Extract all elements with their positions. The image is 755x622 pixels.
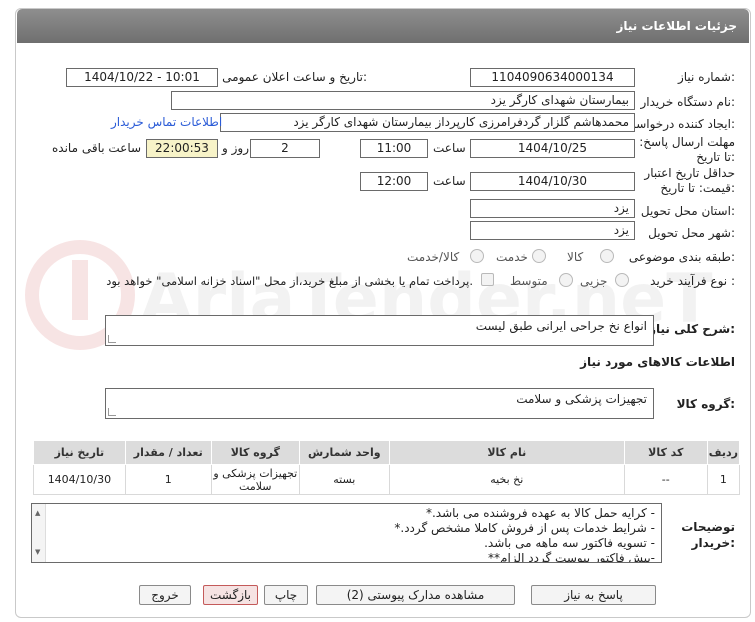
cell-group: تجهیزات پزشکی و سلامت <box>210 464 300 495</box>
deadline-label: مهلت ارسال پاسخ: تا تاریخ: <box>639 135 735 164</box>
category-option-goods: کالا <box>567 250 584 264</box>
category-radio-service[interactable] <box>532 249 546 263</box>
col-header-row: ردیف <box>706 440 741 465</box>
buyer-field: بیمارستان شهدای کارگر یزد <box>171 91 635 110</box>
notes-line: - شرایط خدمات پس از فروش کاملا مشخص گردد… <box>394 521 655 535</box>
category-option-service: خدمت <box>496 250 528 264</box>
province-label: استان محل تحویل: <box>640 204 735 218</box>
col-header-qty: تعداد / مقدار <box>124 440 212 465</box>
notes-scrollbar[interactable]: ▲ ▼ <box>32 504 46 562</box>
city-field: یزد <box>470 221 635 240</box>
category-option-both: کالا/خدمت <box>407 250 460 264</box>
col-header-name: نام کالا <box>388 440 625 465</box>
cell-code: -- <box>623 464 708 495</box>
col-header-group: گروه کالا <box>210 440 300 465</box>
category-label: طبقه بندی موضوعی: <box>628 250 735 264</box>
items-table-header: ردیف کد کالا نام کالا واحد شمارش گروه کا… <box>33 440 741 465</box>
purchase-option-minor: جزیی <box>580 274 608 288</box>
buyer-notes-field: ▲ ▼ - کرایه حمل کالا به عهده فروشنده می … <box>31 503 662 563</box>
description-field: انواع نخ جراحی ایرانی طبق لیست <box>105 315 654 346</box>
validity-time-label: ساعت <box>433 174 466 188</box>
scroll-down-icon[interactable]: ▼ <box>35 545 40 560</box>
requester-label: ایجاد کننده درخواست: <box>624 117 735 131</box>
buyer-notes-label: توضیحات خریدار: <box>681 520 735 550</box>
resize-grip-icon[interactable] <box>108 408 116 416</box>
back-button[interactable]: بازگشت <box>203 585 258 605</box>
deadline-time-label: ساعت <box>433 141 466 155</box>
deadline-time-field: 11:00 <box>360 139 428 158</box>
purchase-option-medium: متوسط <box>510 274 548 288</box>
days-label: روز و <box>222 141 249 155</box>
purchase-type-label: نوع فرآیند خرید : <box>650 274 735 288</box>
validity-label: حداقل تاریخ اعتبار قیمت: تا تاریخ: <box>644 166 735 195</box>
validity-time-field: 12:00 <box>360 172 428 191</box>
notes-line: - تسویه فاکتور سه ماهه می باشد. <box>484 536 655 550</box>
notes-line: - کرایه حمل کالا به عهده فروشنده می باشد… <box>425 506 655 520</box>
cell-unit: بسته <box>298 464 390 495</box>
deadline-date-field: 1404/10/25 <box>470 139 635 158</box>
cell-name: نخ بخیه <box>388 464 625 495</box>
buyer-contact-link[interactable]: اطلاعات تماس خریدار <box>111 115 222 129</box>
buyer-label: نام دستگاه خریدار: <box>640 95 736 109</box>
col-header-unit: واحد شمارش <box>298 440 390 465</box>
days-field: 2 <box>250 139 320 158</box>
resize-grip-icon[interactable] <box>108 335 116 343</box>
remaining-time-field: 22:00:53 <box>146 139 218 158</box>
need-number-label: شماره نیاز: <box>677 70 735 84</box>
col-header-code: کد کالا <box>623 440 708 465</box>
category-radio-goods[interactable] <box>600 249 614 263</box>
purchase-radio-minor[interactable] <box>615 273 629 287</box>
items-table: ردیف کد کالا نام کالا واحد شمارش گروه کا… <box>33 440 741 495</box>
description-label: شرح کلی نیاز: <box>649 322 735 336</box>
exit-button[interactable]: خروج <box>139 585 191 605</box>
goods-group-label: گروه کالا: <box>676 397 735 411</box>
province-field: یزد <box>470 199 635 218</box>
remaining-label: ساعت باقی مانده <box>52 141 142 155</box>
scroll-up-icon[interactable]: ▲ <box>35 506 40 521</box>
goods-group-text: تجهیزات پزشکی و سلامت <box>516 392 647 406</box>
purchase-radio-medium[interactable] <box>559 273 573 287</box>
category-radio-both[interactable] <box>470 249 484 263</box>
description-text: انواع نخ جراحی ایرانی طبق لیست <box>475 319 647 333</box>
notes-line: -پیش فاکتور پیوست گردد الزام** <box>488 551 655 563</box>
validity-date-field: 1404/10/30 <box>470 172 635 191</box>
need-number-field: 1104090634000134 <box>470 68 635 87</box>
treasury-checkbox[interactable] <box>481 273 494 286</box>
announce-label: تاریخ و ساعت اعلان عمومی: <box>222 70 367 84</box>
goods-group-field: تجهیزات پزشکی و سلامت <box>105 388 654 419</box>
reply-button[interactable]: پاسخ به نیاز <box>531 585 656 605</box>
cell-row: 1 <box>706 464 741 495</box>
announce-field: 1404/10/22 - 10:01 <box>66 68 218 87</box>
cell-date: 1404/10/30 <box>33 464 126 495</box>
treasury-note: پرداخت تمام یا بخشی از مبلغ خرید،از محل … <box>106 274 473 288</box>
attachments-button[interactable]: مشاهده مدارک پیوستی (2) <box>316 585 515 605</box>
col-header-date: تاریخ نیاز <box>33 440 126 465</box>
page-title: جزئیات اطلاعات نیاز <box>17 9 749 43</box>
goods-section-title: اطلاعات کالاهای مورد نیاز <box>580 355 735 369</box>
table-row: 1 -- نخ بخیه بسته تجهیزات پزشکی و سلامت … <box>33 464 741 495</box>
requester-field: محمدهاشم گلزار گردفرامرزی کارپرداز بیمار… <box>220 113 635 132</box>
print-button[interactable]: چاپ <box>264 585 308 605</box>
cell-qty: 1 <box>124 464 212 495</box>
city-label: شهر محل تحویل: <box>648 226 735 240</box>
